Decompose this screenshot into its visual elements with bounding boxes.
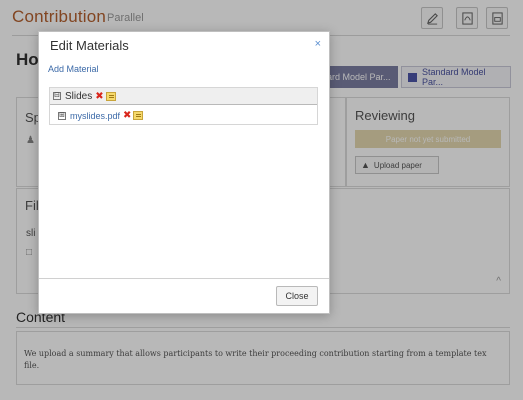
edit-materials-dialog: Edit Materials × Add Material ⊟ Slides ✖… — [38, 31, 330, 314]
edit-note-icon[interactable] — [133, 111, 144, 120]
folder-label: Slides — [65, 90, 93, 102]
close-button[interactable]: Close — [276, 286, 318, 306]
add-material-link[interactable]: Add Material — [48, 64, 99, 74]
close-icon[interactable]: × — [315, 38, 321, 50]
delete-icon[interactable]: ✖ — [95, 91, 103, 102]
tree-folder-row[interactable]: ⊟ Slides ✖ — [50, 88, 317, 105]
expand-icon[interactable]: ⊞ — [58, 111, 66, 120]
collapse-icon[interactable]: ⊟ — [53, 92, 61, 100]
file-link[interactable]: myslides.pdf — [70, 111, 120, 121]
edit-note-icon[interactable] — [105, 91, 116, 101]
tree-file-row[interactable]: ⊞ myslides.pdf ✖ — [50, 107, 317, 124]
dialog-footer-divider — [39, 278, 329, 279]
delete-icon[interactable]: ✖ — [123, 110, 131, 121]
dialog-title: Edit Materials — [50, 38, 129, 53]
materials-tree: ⊟ Slides ✖ ⊞ myslides.pdf ✖ — [49, 87, 318, 125]
